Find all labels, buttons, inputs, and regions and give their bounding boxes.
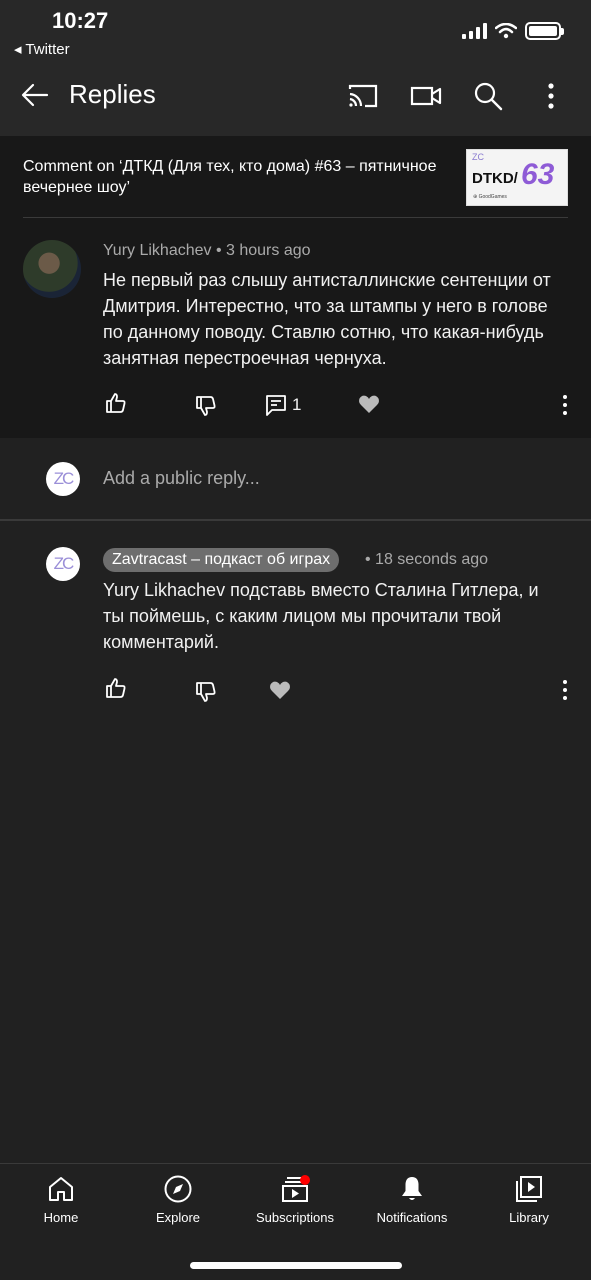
status-time: 10:27 (52, 8, 109, 33)
nav-subscriptions[interactable]: Subscriptions (236, 1174, 354, 1225)
nav-explore[interactable]: Explore (119, 1174, 237, 1225)
reply-time: • 18 seconds ago (365, 551, 489, 568)
reply-text: Yury Likhachev подставь вместо Сталина Г… (103, 580, 539, 652)
comment-menu-icon[interactable] (562, 394, 568, 416)
dislike-icon[interactable] (194, 394, 218, 418)
video-thumbnail[interactable]: ZC DTKD/ 63 ⊕ GoodGames (466, 149, 568, 206)
more-options-icon[interactable] (535, 80, 567, 112)
thumbnail-label: DTKD/ (472, 170, 518, 187)
my-avatar: ZC (46, 462, 80, 496)
home-indicator[interactable] (190, 1262, 402, 1269)
thumbnail-logo: ZC (472, 152, 484, 162)
nav-label: Explore (155, 1210, 201, 1225)
comment-text: Не первый раз слышу антисталлинские сент… (103, 270, 551, 368)
my-avatar-logo: ZC (53, 469, 75, 488)
status-icons (462, 22, 564, 40)
creator-author-chip[interactable]: Zavtracast – подкаст об играх (103, 548, 340, 572)
like-icon[interactable] (104, 391, 128, 415)
divider (0, 519, 591, 521)
nav-label: Library (509, 1210, 549, 1225)
bell-icon (402, 1177, 422, 1200)
page-title: Replies (69, 79, 156, 109)
search-icon[interactable] (472, 80, 504, 112)
avatar[interactable] (23, 240, 81, 298)
reply-avatar[interactable]: ZC (46, 547, 80, 581)
thumbnail-number: 63 (521, 158, 555, 191)
nav-label: Notifications (376, 1210, 448, 1225)
battery-icon (525, 22, 564, 40)
like-icon[interactable] (104, 676, 128, 700)
comment-on-title[interactable]: Comment on ‘ДТКД (Для тех, кто дома) #63… (23, 156, 443, 198)
wifi-icon (495, 23, 517, 39)
divider (23, 217, 568, 218)
cast-icon[interactable] (347, 80, 379, 112)
video-camera-icon[interactable] (410, 80, 442, 112)
comment-meta: Yury Likhachev • 3 hours ago (103, 242, 311, 260)
subscriptions-icon (282, 1175, 310, 1202)
nav-notifications[interactable]: Notifications (353, 1174, 471, 1225)
back-arrow-icon[interactable] (20, 80, 50, 110)
signal-icon (462, 23, 487, 39)
creator-heart-icon (359, 395, 379, 413)
compass-icon (164, 1175, 192, 1203)
thumbnail-brand: ⊕ GoodGames (473, 194, 507, 200)
add-reply-input[interactable]: Add a public reply... (103, 468, 260, 489)
reply-icon[interactable] (264, 393, 288, 417)
back-to-app-link[interactable]: ◂ Twitter (14, 40, 70, 58)
nav-home[interactable]: Home (2, 1174, 120, 1225)
reply-count[interactable]: 1 (292, 395, 301, 415)
nav-label: Home (43, 1210, 79, 1225)
home-icon (49, 1177, 73, 1201)
heart-icon[interactable] (268, 678, 292, 702)
dislike-icon[interactable] (194, 680, 218, 704)
nav-label: Subscriptions (255, 1210, 335, 1225)
header: Replies (0, 70, 591, 120)
parent-comment-section: Comment on ‘ДТКД (Для тех, кто дома) #63… (0, 136, 591, 438)
library-icon (516, 1176, 542, 1202)
comment-author[interactable]: Yury Likhachev (103, 242, 212, 259)
comment-time: • 3 hours ago (215, 242, 311, 259)
top-app-bar: 10:27 ◂ Twitter Replies (0, 0, 591, 136)
nav-library[interactable]: Library (470, 1174, 588, 1225)
reply-avatar-logo: ZC (53, 554, 75, 573)
reply-menu-icon[interactable] (562, 679, 568, 701)
notification-dot (300, 1175, 310, 1185)
